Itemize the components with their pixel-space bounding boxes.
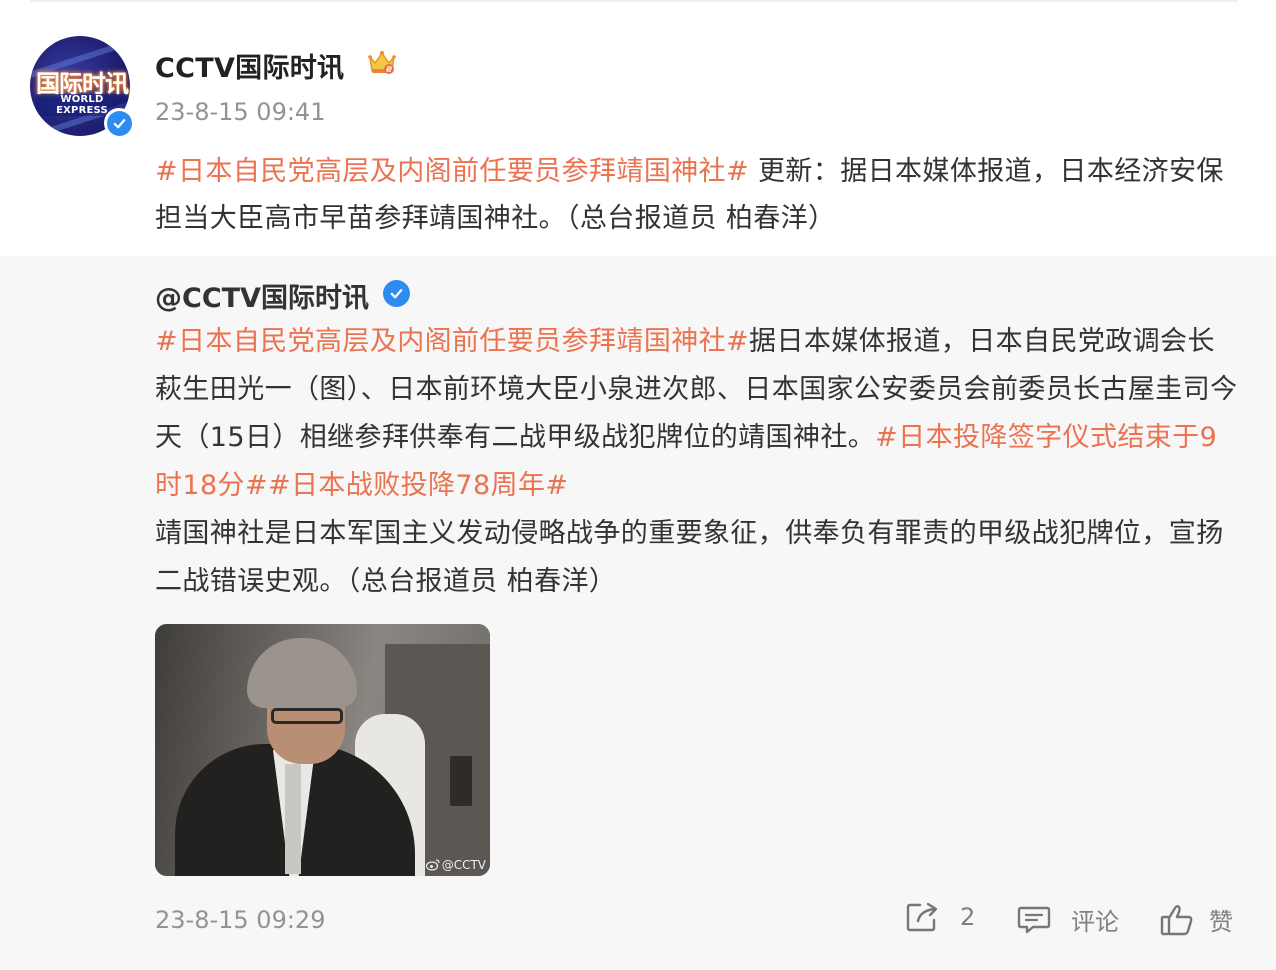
photo-panel (450, 756, 472, 806)
repost-paragraph: #日本自民党高层及内阁前任要员参拜靖国神社#据日本媒体报道，日本自民党政调会长萩… (155, 318, 1240, 510)
forward-count: 2 (960, 903, 976, 931)
photo-tie (285, 764, 301, 874)
hashtag-link[interactable]: #日本战败投降78周年# (268, 470, 568, 501)
share-arrow-icon (906, 902, 938, 932)
photo-watermark: @CCTV (425, 858, 486, 872)
forward-button[interactable]: 2 (906, 902, 975, 932)
weibo-logo-icon (425, 859, 440, 871)
repost-timestamp[interactable]: 23-8-15 09:29 (155, 906, 325, 934)
repost-author-name[interactable]: @CCTV国际时讯 (155, 276, 369, 315)
like-button[interactable]: 赞 (1160, 902, 1233, 937)
photo-watermark-text: @CCTV (441, 858, 486, 872)
post-photo[interactable]: @CCTV (155, 624, 490, 876)
hashtag-link[interactable]: #日本自民党高层及内阁前任要员参拜靖国神社# (155, 326, 749, 357)
repost-text: #日本自民党高层及内阁前任要员参拜靖国神社#据日本媒体报道，日本自民党政调会长萩… (155, 318, 1240, 606)
comment-button[interactable]: 评论 (1017, 902, 1119, 937)
like-label: 赞 (1209, 908, 1233, 936)
author-name[interactable]: CCTV国际时讯 (155, 46, 344, 85)
crown-badge-icon[interactable] (367, 48, 397, 78)
post-text: #日本自民党高层及内阁前任要员参拜靖国神社# 更新：据日本媒体报道，日本经济安保… (155, 148, 1235, 242)
hashtag-link[interactable]: #日本自民党高层及内阁前任要员参拜靖国神社# (155, 156, 749, 187)
top-divider (30, 0, 1238, 2)
photo-glasses (271, 708, 343, 724)
post-timestamp[interactable]: 23-8-15 09:41 (155, 98, 325, 126)
verified-icon (383, 280, 410, 307)
comment-label: 评论 (1071, 908, 1119, 936)
verified-icon (104, 108, 134, 138)
comment-bubble-icon (1017, 906, 1051, 933)
repost-card[interactable]: @CCTV国际时讯 #日本自民党高层及内阁前任要员参拜靖国神社#据日本媒体报道，… (0, 256, 1276, 970)
avatar[interactable]: 国际时讯 WORLD EXPRESS (30, 36, 134, 138)
repost-paragraph: 靖国神社是日本军国主义发动侵略战争的重要象征，供奉负有罪责的甲级战犯牌位，宣扬二… (155, 518, 1224, 597)
thumbs-up-icon (1160, 904, 1193, 935)
